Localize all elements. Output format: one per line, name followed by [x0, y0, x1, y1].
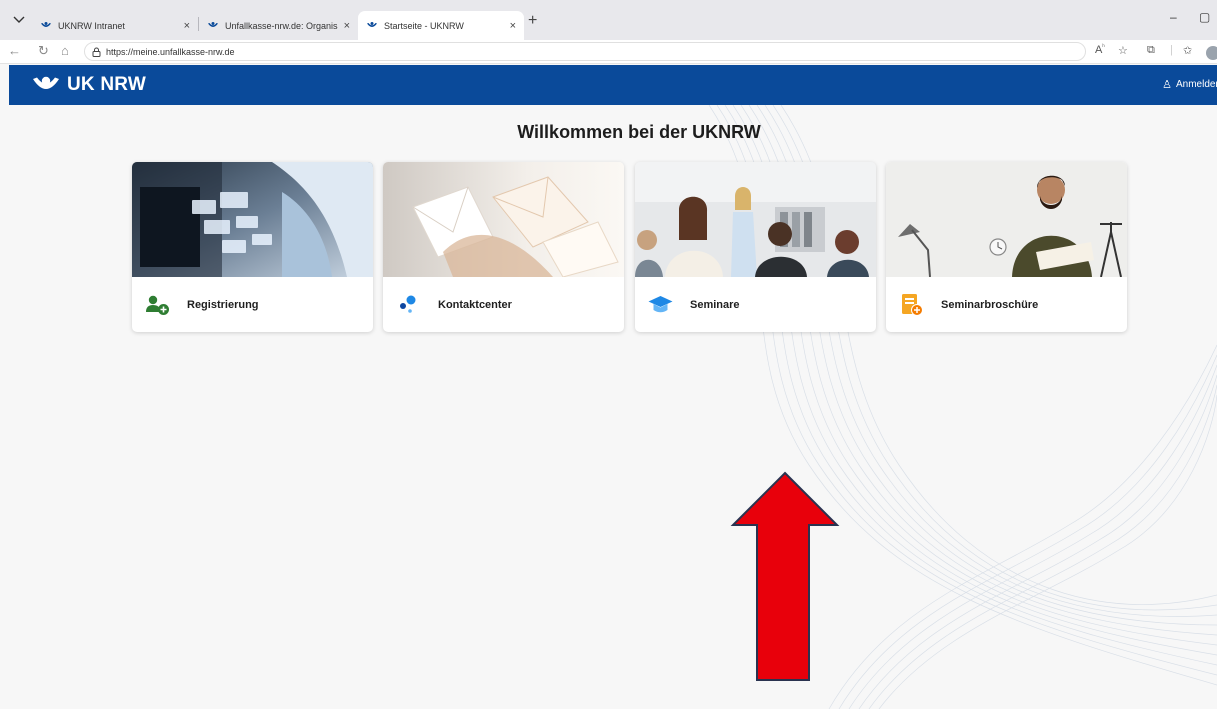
card-image-man-reading [886, 162, 1127, 277]
split-screen-icon[interactable]: ⧉ [1147, 44, 1155, 57]
login-button[interactable]: ♙ Anmelden [1162, 78, 1217, 91]
browser-toolbar: ← ↻ ⌂ https://meine.unfallkasse-nrw.de A… [0, 40, 1217, 64]
reload-icon[interactable]: ↻ [38, 43, 49, 59]
tab-close-icon[interactable]: × [510, 20, 516, 32]
tab-label: Unfallkasse-nrw.de: Organisatoris [225, 20, 338, 31]
add-user-icon [144, 291, 171, 318]
contact-dots-icon [395, 291, 422, 318]
card-footer: Seminare [635, 277, 876, 332]
card-registrierung[interactable]: Registrierung [132, 162, 373, 332]
site-header: UK NRW ♙ Anmelden [9, 65, 1217, 105]
card-footer: Kontaktcenter [383, 277, 624, 332]
card-image-envelopes [383, 162, 624, 277]
tab-actions-chevron-down-icon[interactable] [9, 11, 28, 28]
card-kontaktcenter[interactable]: Kontaktcenter [383, 162, 624, 332]
minimize-button[interactable]: – [1170, 10, 1177, 24]
graduation-cap-icon [647, 291, 674, 318]
page-content: Willkommen bei der UKNRW Registrierung K… [9, 105, 1217, 709]
url-text: https://meine.unfallkasse-nrw.de [106, 46, 235, 57]
card-footer: Seminarbroschüre [886, 277, 1127, 332]
card-label: Seminare [690, 298, 740, 311]
address-bar[interactable]: https://meine.unfallkasse-nrw.de [84, 42, 1086, 61]
home-icon[interactable]: ⌂ [61, 43, 69, 58]
red-arrow-annotation [730, 471, 840, 681]
card-image-seminar-group [635, 162, 876, 277]
tab-uknrw-intranet[interactable]: UKNRW Intranet × [32, 11, 198, 40]
user-icon: ♙ [1162, 79, 1172, 91]
maximize-button[interactable]: ▢ [1199, 10, 1210, 24]
brochure-icon [898, 291, 925, 318]
tab-startseite-uknrw[interactable]: Startseite - UKNRW × [358, 11, 524, 40]
uknrw-logo-icon [33, 76, 59, 89]
login-label: Anmelden [1175, 79, 1217, 90]
tab-close-icon[interactable]: × [184, 20, 190, 32]
card-image-business-data [132, 162, 373, 277]
uknrw-logo-icon [367, 22, 377, 27]
toolbar-divider: | [1170, 44, 1173, 56]
favorite-star-icon[interactable]: ☆ [1118, 44, 1128, 57]
tab-unfallkasse-organisation[interactable]: Unfallkasse-nrw.de: Organisatoris × [199, 11, 358, 40]
tab-label: UKNRW Intranet [58, 20, 125, 31]
brand-logo[interactable]: UK NRW [31, 74, 146, 96]
brand-name: UK NRW [67, 74, 146, 95]
card-footer: Registrierung [132, 277, 373, 332]
uknrw-logo-icon [41, 22, 51, 27]
browser-tab-bar: UKNRW Intranet × Unfallkasse-nrw.de: Org… [0, 0, 1217, 40]
card-seminarbroschuere[interactable]: Seminarbroschüre [886, 162, 1127, 332]
page-title: Willkommen bei der UKNRW [517, 122, 761, 142]
tab-label: Startseite - UKNRW [384, 20, 464, 31]
uknrw-logo-icon [208, 22, 218, 27]
lock-icon [92, 47, 101, 57]
read-aloud-icon[interactable]: Aʰ [1095, 44, 1105, 56]
card-label: Registrierung [187, 298, 259, 311]
back-arrow-icon[interactable]: ← [8, 43, 21, 58]
favorites-icon[interactable]: ✩ [1183, 44, 1192, 57]
card-seminare[interactable]: Seminare [635, 162, 876, 332]
card-label: Seminarbroschüre [941, 298, 1039, 311]
new-tab-button[interactable]: + [528, 12, 537, 30]
card-label: Kontaktcenter [438, 298, 512, 311]
profile-avatar[interactable] [1206, 46, 1217, 60]
tab-close-icon[interactable]: × [344, 20, 350, 32]
